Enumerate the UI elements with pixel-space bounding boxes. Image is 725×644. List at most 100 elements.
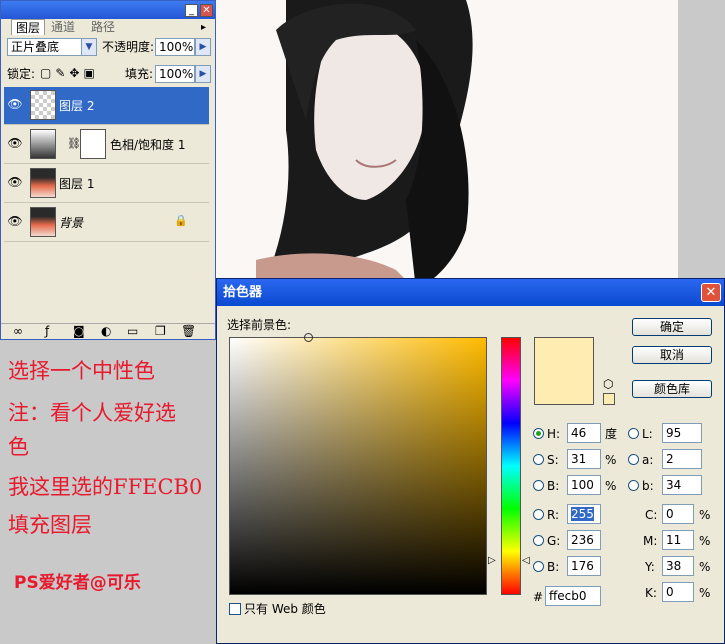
layer-row[interactable]: 👁 图层 1 [4, 165, 209, 203]
hue-slider[interactable] [501, 337, 521, 595]
blue-radio[interactable] [533, 561, 544, 572]
l-radio[interactable] [628, 428, 639, 439]
tab-layers[interactable]: 图层 [11, 19, 46, 35]
chevron-down-icon[interactable]: ▼ [81, 38, 97, 56]
y-label: Y: [645, 560, 655, 574]
eye-icon[interactable]: 👁 [7, 175, 23, 191]
m-label: M: [643, 534, 658, 548]
mask-icon[interactable]: ◙ [73, 324, 85, 338]
cancel-button[interactable]: 取消 [632, 346, 712, 364]
s-radio[interactable] [533, 454, 544, 465]
blue-label: B: [547, 560, 560, 574]
k-unit: % [699, 586, 711, 600]
h-input[interactable]: 46 [567, 423, 601, 443]
c-input[interactable]: 0 [662, 504, 694, 524]
hex-hash: # [533, 590, 544, 604]
blue-input[interactable]: 176 [567, 556, 601, 576]
color-cursor[interactable] [304, 333, 313, 342]
hex-input[interactable]: ffecb0 [545, 586, 601, 606]
opacity-input[interactable]: 100% [155, 38, 195, 56]
r-label: R: [547, 508, 560, 522]
layer-name: 背景 [59, 216, 84, 230]
annotation-line1: 选择一个中性色 [8, 359, 155, 383]
s-label: S: [547, 453, 559, 467]
lab-b-radio[interactable] [628, 480, 639, 491]
r-value-selected: 255 [571, 507, 594, 521]
opacity-arrow-button[interactable]: ▶ [195, 38, 211, 56]
layer-row[interactable]: 👁 图层 2 [4, 87, 209, 125]
web-only-checkbox[interactable] [229, 603, 241, 615]
close-button[interactable]: ✕ [200, 4, 213, 17]
link-layers-icon[interactable]: ∞ [13, 324, 23, 338]
dialog-titlebar[interactable]: 拾色器 ✕ [217, 279, 724, 306]
lab-b-input[interactable]: 34 [662, 475, 702, 495]
layer-row[interactable]: 👁 ⛓ 色相/饱和度 1 [4, 126, 209, 164]
l-label: L: [642, 427, 653, 441]
g-radio[interactable] [533, 535, 544, 546]
b-label: B: [547, 479, 560, 493]
color-picker-dialog: 拾色器 ✕ 选择前景色: ▷ ◁ ⬡ 确定 取消 颜色库 H: 46 度 S: … [216, 278, 725, 644]
hue-slider-arrow-left[interactable]: ▷ [488, 555, 496, 566]
r-input[interactable]: 255 [567, 504, 601, 524]
saturation-brightness-field[interactable] [229, 333, 487, 595]
layer-thumbnail [30, 168, 56, 198]
layer-thumbnail [30, 90, 56, 120]
annotation-line2: 注：看个人爱好选 [8, 401, 176, 425]
panel-menu-icon[interactable]: ▸ [201, 22, 206, 33]
s-input[interactable]: 31 [567, 449, 601, 469]
h-unit: 度 [605, 427, 618, 441]
y-unit: % [699, 560, 711, 574]
layer-style-icon[interactable]: ƒ [45, 324, 49, 338]
panel-titlebar[interactable]: _ ✕ [1, 1, 215, 19]
adjustment-thumbnail [30, 129, 56, 159]
adjustment-layer-icon[interactable]: ◐ [101, 324, 111, 338]
color-preview-swatch [534, 337, 594, 405]
a-label: a: [642, 453, 654, 467]
chain-link-icon[interactable]: ⛓ [67, 137, 81, 150]
lock-icon: 🔒 [174, 214, 188, 227]
ok-button[interactable]: 确定 [632, 318, 712, 336]
eye-icon[interactable]: 👁 [7, 97, 23, 113]
lock-icons[interactable]: ▢✎✥▣ [40, 66, 99, 80]
b-unit: % [605, 479, 617, 493]
tab-paths[interactable]: 路径 [87, 19, 119, 35]
minimize-button[interactable]: _ [185, 4, 198, 17]
layer-name: 图层 2 [59, 99, 95, 113]
annotation-line3: 色 [8, 435, 29, 459]
web-only-label: 只有 Web 颜色 [244, 602, 326, 616]
layers-toolbar: ∞ ƒ ◙ ◐ ▭ ❐ 🗑 [1, 323, 215, 340]
group-icon[interactable]: ▭ [127, 324, 138, 338]
eye-icon[interactable]: 👁 [7, 136, 23, 152]
trash-icon[interactable]: 🗑 [181, 324, 196, 338]
b-radio[interactable] [533, 480, 544, 491]
blend-mode-select[interactable]: 正片叠底 [7, 38, 83, 56]
annotation-line4: 我这里选的FFECB0 [8, 475, 203, 499]
fill-arrow-button[interactable]: ▶ [195, 65, 211, 83]
r-radio[interactable] [533, 509, 544, 520]
k-input[interactable]: 0 [662, 582, 694, 602]
annotation-line5: 填充图层 [8, 513, 92, 537]
lab-b-label: b: [642, 479, 654, 493]
cube-icon[interactable]: ⬡ [603, 377, 613, 391]
eye-icon[interactable]: 👁 [7, 214, 23, 230]
l-input[interactable]: 95 [662, 423, 702, 443]
c-label: C: [645, 508, 658, 522]
a-input[interactable]: 2 [662, 449, 702, 469]
h-radio[interactable] [533, 428, 544, 439]
g-label: G: [547, 534, 561, 548]
web-safe-swatch[interactable] [603, 393, 615, 405]
m-input[interactable]: 11 [662, 530, 694, 550]
hue-slider-arrow-right[interactable]: ◁ [522, 555, 530, 566]
color-libraries-button[interactable]: 颜色库 [632, 380, 712, 398]
new-layer-icon[interactable]: ❐ [155, 324, 166, 338]
g-input[interactable]: 236 [567, 530, 601, 550]
y-input[interactable]: 38 [662, 556, 694, 576]
layer-row[interactable]: 👁 背景 🔒 [4, 204, 209, 242]
tab-channels[interactable]: 通道 [47, 19, 79, 35]
fill-input[interactable]: 100% [155, 65, 195, 83]
b-input[interactable]: 100 [567, 475, 601, 495]
s-unit: % [605, 453, 617, 467]
a-radio[interactable] [628, 454, 639, 465]
opacity-label: 不透明度: [102, 40, 155, 54]
close-icon[interactable]: ✕ [701, 283, 721, 302]
